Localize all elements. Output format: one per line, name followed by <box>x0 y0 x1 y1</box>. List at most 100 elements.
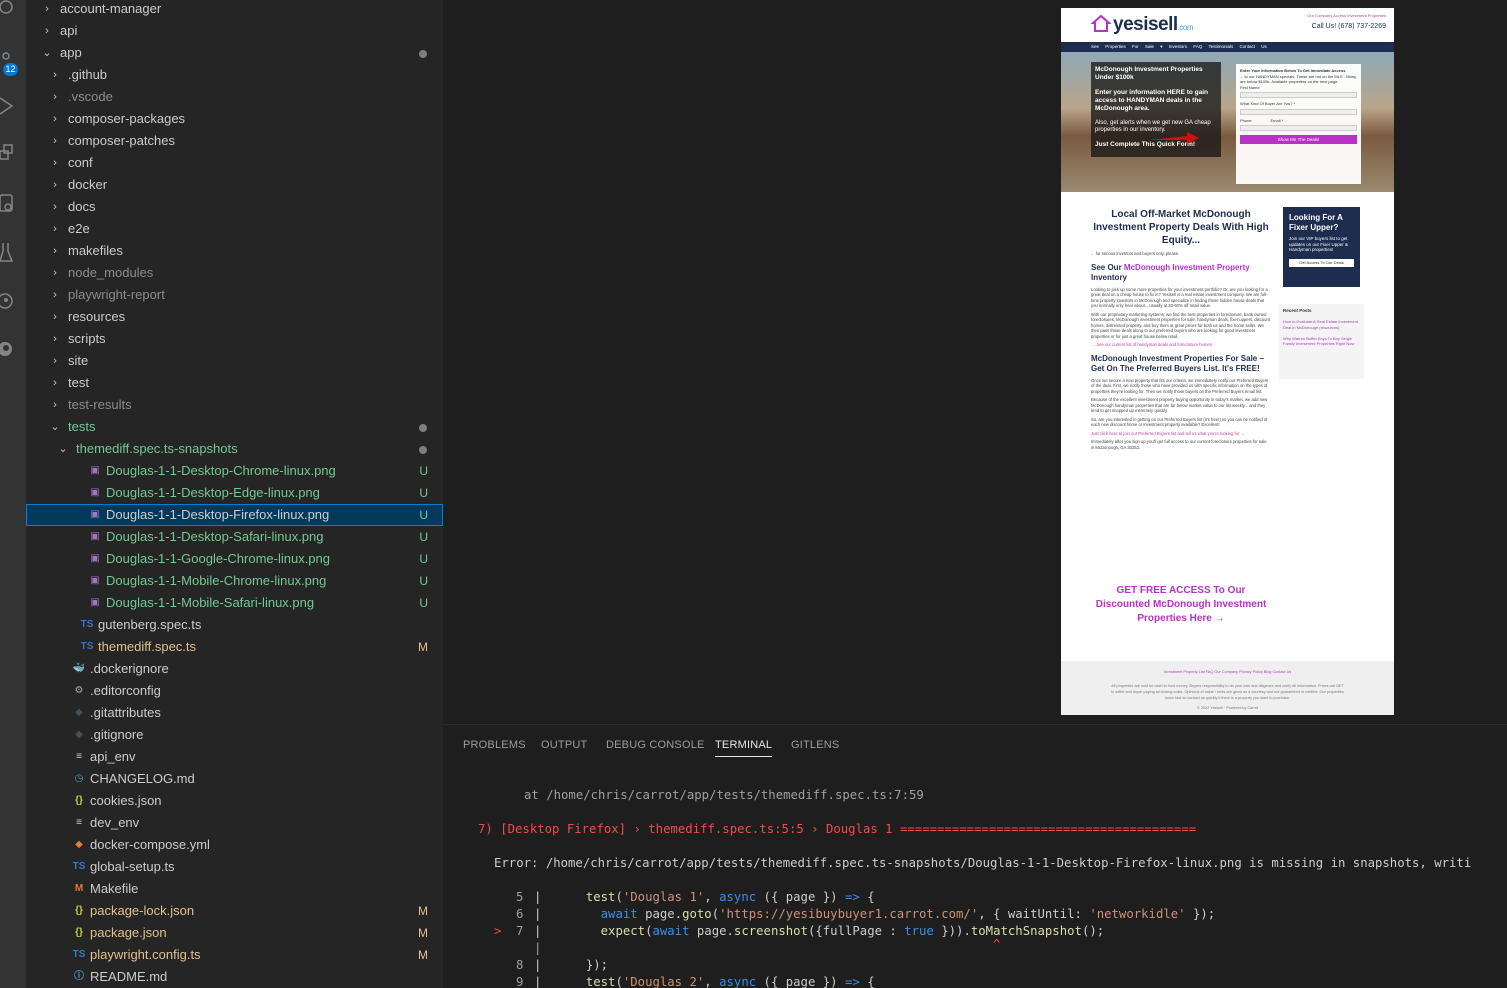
explorer-item-label: gutenberg.spec.ts <box>98 617 202 632</box>
explorer-file[interactable]: {} package-lock.json M <box>26 900 443 922</box>
explorer-item-label: .gitattributes <box>90 705 161 720</box>
chevron-right-icon: › <box>53 377 57 389</box>
explorer-item-label: themediff.spec.ts-snapshots <box>76 441 238 456</box>
typescript-file-icon: TS <box>72 861 86 872</box>
explorer-item-label: test <box>68 375 89 390</box>
testing-icon[interactable] <box>0 241 22 263</box>
explorer-item-label: conf <box>68 155 93 170</box>
explorer-folder[interactable]: › resources <box>26 306 443 328</box>
search-icon[interactable] <box>0 0 22 22</box>
code-line-8: | }); <box>534 958 609 972</box>
chevron-right-icon: › <box>53 311 57 323</box>
explorer-file[interactable]: ≡ dev_env <box>26 812 443 834</box>
site-header: yesisell.com Our Company Access Investme… <box>1061 8 1394 42</box>
explorer-item-label: test-results <box>68 397 132 412</box>
explorer-file[interactable]: ⚙ .editorconfig <box>26 680 443 702</box>
explorer-folder[interactable]: › .vscode <box>26 86 443 108</box>
explorer-file[interactable]: ▣ Douglas-1-1-Desktop-Firefox-linux.png U <box>26 504 443 526</box>
modified-dot-icon <box>419 446 427 454</box>
explorer-item-label: makefiles <box>68 243 123 258</box>
explorer-file[interactable]: ◆ .gitattributes <box>26 702 443 724</box>
explorer-item-label: playwright-report <box>68 287 165 302</box>
remote-explorer-icon[interactable] <box>0 193 22 215</box>
explorer-folder[interactable]: ⌄ app <box>26 42 443 64</box>
chevron-right-icon: › <box>53 91 57 103</box>
explorer-item-label: Douglas-1-1-Desktop-Firefox-linux.png <box>106 507 330 522</box>
explorer-item-label: Douglas-1-1-Desktop-Safari-linux.png <box>106 529 324 544</box>
git-status-badge: M <box>418 904 428 918</box>
explorer-file[interactable]: ▣ Douglas-1-1-Mobile-Safari-linux.png U <box>26 592 443 614</box>
explorer-file[interactable]: ◷ CHANGELOG.md <box>26 768 443 790</box>
git-status-badge: U <box>419 486 428 500</box>
explorer-item-label: .dockerignore <box>90 661 169 676</box>
explorer-folder[interactable]: › docker <box>26 174 443 196</box>
explorer-item-label: themediff.spec.ts <box>98 639 197 654</box>
explorer-file[interactable]: ◆ docker-compose.yml <box>26 834 443 856</box>
explorer-file[interactable]: ◆ .gitignore <box>26 724 443 746</box>
file-explorer: › account-manager › api ⌄ app › .github › .vscode… <box>26 0 443 988</box>
explorer-folder[interactable]: › playwright-report <box>26 284 443 306</box>
explorer-file[interactable]: 🐳 .dockerignore <box>26 658 443 680</box>
explorer-folder[interactable]: › scripts <box>26 328 443 350</box>
explorer-item-label: resources <box>68 309 126 324</box>
explorer-folder[interactable]: › docs <box>26 196 443 218</box>
makefile-icon: M <box>74 883 84 894</box>
red-arrow-icon <box>1149 132 1199 144</box>
explorer-folder[interactable]: › conf <box>26 152 443 174</box>
explorer-folder[interactable]: › account-manager <box>26 0 443 20</box>
explorer-folder[interactable]: › e2e <box>26 218 443 240</box>
code-line-5: | test('Douglas 1', async ({ page }) => … <box>534 890 875 904</box>
explorer-file[interactable]: TS playwright.config.ts M <box>26 944 443 966</box>
bottom-panel: PROBLEMS OUTPUT DEBUG CONSOLE TERMINAL G… <box>443 724 1507 988</box>
explorer-file[interactable]: ⓘ README.md <box>26 966 443 988</box>
explorer-folder[interactable]: ⌄ tests <box>26 416 443 438</box>
run-debug-icon[interactable] <box>0 94 22 116</box>
git-file-icon: ◆ <box>75 707 83 718</box>
explorer-item-label: e2e <box>68 221 90 236</box>
image-file-icon: ▣ <box>90 487 100 498</box>
git-status-badge: U <box>419 530 428 544</box>
explorer-item-label: Douglas-1-1-Mobile-Safari-linux.png <box>106 595 315 610</box>
github-icon[interactable] <box>0 338 22 360</box>
code-line-number: 8 <box>516 958 524 972</box>
explorer-folder[interactable]: › .github <box>26 64 443 86</box>
explorer-folder[interactable]: › makefiles <box>26 240 443 262</box>
explorer-folder[interactable]: ⌄ themediff.spec.ts-snapshots <box>26 438 443 460</box>
gitlens-icon[interactable] <box>0 290 22 312</box>
explorer-item-label: docker <box>68 177 108 192</box>
info-file-icon: ⓘ <box>74 971 84 982</box>
tab-problems[interactable]: PROBLEMS <box>463 739 526 751</box>
explorer-file[interactable]: TS gutenberg.spec.ts <box>26 614 443 636</box>
typescript-file-icon: TS <box>72 949 86 960</box>
chevron-right-icon: › <box>53 135 57 147</box>
extensions-icon[interactable] <box>0 143 22 165</box>
explorer-folder[interactable]: › test-results <box>26 394 443 416</box>
explorer-file[interactable]: TS global-setup.ts <box>26 856 443 878</box>
explorer-file[interactable]: ▣ Douglas-1-1-Mobile-Chrome-linux.png U <box>26 570 443 592</box>
explorer-folder[interactable]: › test <box>26 372 443 394</box>
explorer-folder[interactable]: › composer-patches <box>26 130 443 152</box>
explorer-file[interactable]: M Makefile <box>26 878 443 900</box>
explorer-file[interactable]: {} package.json M <box>26 922 443 944</box>
tab-debug-console[interactable]: DEBUG CONSOLE <box>606 739 705 751</box>
explorer-item-label: scripts <box>68 331 106 346</box>
explorer-file[interactable]: {} cookies.json <box>26 790 443 812</box>
docker-file-icon: 🐳 <box>72 663 86 674</box>
tab-terminal[interactable]: TERMINAL <box>715 739 773 757</box>
git-status-badge: U <box>419 574 428 588</box>
image-file-icon: ▣ <box>90 531 100 542</box>
tab-output[interactable]: OUTPUT <box>541 739 587 751</box>
explorer-folder[interactable]: › node_modules <box>26 262 443 284</box>
explorer-file[interactable]: TS themediff.spec.ts M <box>26 636 443 658</box>
explorer-folder[interactable]: › api <box>26 20 443 42</box>
explorer-file[interactable]: ▣ Douglas-1-1-Desktop-Chrome-linux.png U <box>26 460 443 482</box>
terminal-error-line: Error: /home/chris/carrot/app/tests/them… <box>494 856 1472 870</box>
explorer-folder[interactable]: › composer-packages <box>26 108 443 130</box>
explorer-folder[interactable]: › site <box>26 350 443 372</box>
json-file-icon: {} <box>75 905 83 916</box>
explorer-file[interactable]: ≡ api_env <box>26 746 443 768</box>
tab-gitlens[interactable]: GITLENS <box>791 739 839 751</box>
explorer-file[interactable]: ▣ Douglas-1-1-Desktop-Edge-linux.png U <box>26 482 443 504</box>
explorer-file[interactable]: ▣ Douglas-1-1-Desktop-Safari-linux.png U <box>26 526 443 548</box>
explorer-file[interactable]: ▣ Douglas-1-1-Google-Chrome-linux.png U <box>26 548 443 570</box>
